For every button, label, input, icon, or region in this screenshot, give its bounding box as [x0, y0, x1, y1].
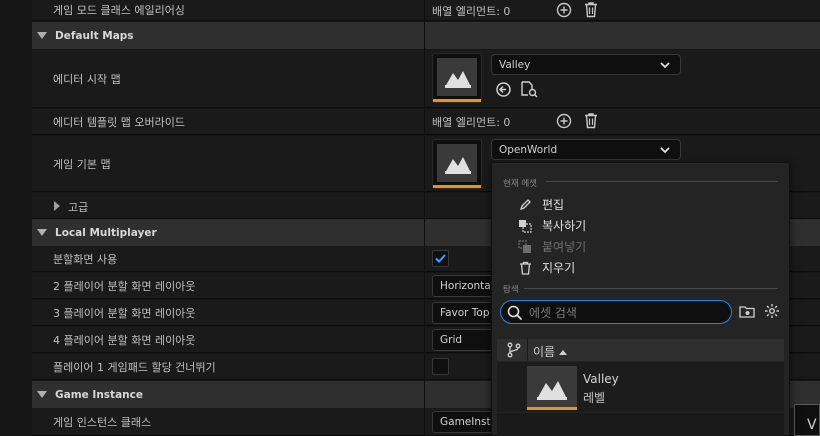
menu-label: 붙여넣기	[542, 240, 587, 254]
array-count: 배열 엘리먼트: 0	[432, 116, 511, 129]
row-label: 4 플레이어 분할 화면 레이아웃	[53, 333, 196, 347]
combo-value: Valley	[499, 58, 531, 71]
name-column-header[interactable]: 이름	[533, 343, 568, 360]
partial-panel-text: V	[807, 417, 817, 433]
trash-icon[interactable]	[583, 112, 599, 132]
section-title: Game Instance	[55, 388, 143, 401]
row-label: 3 플레이어 분할 화면 레이아웃	[53, 306, 196, 320]
search-icon	[507, 305, 523, 321]
startup-map-combo[interactable]: Valley	[491, 54, 681, 75]
row-label: 분할화면 사용	[53, 252, 118, 266]
collapse-arrow-icon	[37, 229, 47, 236]
asset-type: 레벨	[583, 391, 606, 405]
left-gutter	[0, 0, 32, 436]
chevron-down-icon	[660, 147, 670, 154]
asset-picker-popup: 현재 에셋 편집 복사하기 붙여넣기 지우기 탐색 에셋 검색 이름 Valle…	[491, 162, 790, 436]
asset-list-empty-row	[497, 413, 784, 436]
copy-menu-item[interactable]: 복사하기	[518, 217, 586, 234]
browse-header: 탐색	[503, 285, 519, 295]
row-label: 게임 모드 클래스 에일리어싱	[53, 4, 185, 17]
asset-list-item[interactable]: Valley 레벨	[497, 362, 784, 412]
row-game-mode-alias: 게임 모드 클래스 에일리어싱 배열 엘리먼트: 0	[32, 0, 820, 21]
add-element-icon[interactable]	[556, 2, 572, 21]
search-placeholder: 에셋 검색	[529, 305, 577, 320]
header-separator	[524, 288, 778, 289]
clear-menu-item[interactable]: 지우기	[518, 259, 575, 276]
level-icon	[445, 71, 471, 88]
add-element-icon[interactable]	[556, 113, 572, 132]
combo-value: Horizontal	[440, 280, 494, 292]
gear-icon[interactable]	[764, 303, 780, 322]
paste-menu-item[interactable]: 붙여넣기	[518, 238, 586, 255]
menu-label: 지우기	[542, 261, 576, 275]
asset-list-header: 이름	[497, 339, 784, 361]
collapse-arrow-icon	[37, 391, 47, 398]
asset-search-input[interactable]: 에셋 검색	[500, 300, 732, 324]
pencil-icon	[518, 198, 532, 212]
skip-gamepad-checkbox[interactable]	[432, 358, 449, 375]
row-label: 2 플레이어 분할 화면 레이아웃	[53, 279, 196, 293]
copy-icon	[518, 219, 532, 233]
menu-label: 복사하기	[542, 219, 587, 233]
folder-search-icon[interactable]	[739, 304, 756, 322]
chevron-down-icon	[660, 62, 670, 69]
row-label: 에디터 템플릿 맵 오버라이드	[53, 115, 185, 129]
trash-icon	[518, 261, 532, 275]
collapse-arrow-icon	[37, 32, 47, 39]
menu-label: 편집	[542, 198, 565, 212]
asset-thumbnail	[527, 366, 577, 410]
section-title: Local Multiplayer	[55, 226, 157, 239]
current-asset-header: 현재 에셋	[503, 179, 537, 189]
level-icon	[537, 381, 567, 400]
edit-menu-item[interactable]: 편집	[518, 196, 564, 213]
default-map-combo[interactable]: OpenWorld	[491, 139, 681, 160]
row-editor-startup-map: 에디터 시작 맵 Valley	[32, 50, 820, 108]
row-editor-template-override: 에디터 템플릿 맵 오버라이드 배열 엘리먼트: 0	[32, 109, 820, 135]
expand-arrow-icon	[54, 201, 60, 211]
row-label: 고급	[68, 201, 89, 214]
row-label: 플레이어 1 게임패드 할당 건너뛰기	[53, 360, 216, 374]
map-thumbnail[interactable]	[432, 53, 482, 103]
map-thumbnail[interactable]	[432, 139, 482, 189]
checkmark-icon	[435, 254, 446, 263]
combo-value: OpenWorld	[499, 143, 558, 156]
level-icon	[445, 157, 471, 174]
header-separator	[546, 181, 778, 182]
array-count: 배열 엘리먼트: 0	[432, 5, 511, 18]
use-selected-asset-icon[interactable]	[495, 81, 512, 101]
section-default-maps[interactable]: Default Maps	[32, 22, 820, 49]
column-divider[interactable]	[424, 0, 425, 436]
partial-panel: V	[794, 404, 820, 436]
sort-ascending-icon	[559, 349, 568, 355]
row-label: 게임 기본 맵	[53, 157, 111, 171]
row-label: 게임 인스턴스 클래스	[53, 415, 152, 429]
combo-value: Grid	[440, 334, 463, 346]
split-screen-checkbox[interactable]	[432, 250, 449, 267]
browse-asset-icon[interactable]	[520, 80, 538, 101]
combo-value: Favor Top	[440, 307, 490, 319]
section-title: Default Maps	[55, 29, 134, 42]
asset-name: Valley	[583, 372, 619, 386]
combo-value: GameInsta	[440, 416, 498, 428]
row-label: 에디터 시작 맵	[53, 72, 121, 86]
trash-icon[interactable]	[583, 1, 599, 21]
source-control-icon[interactable]	[506, 342, 522, 361]
column-label: 이름	[533, 345, 556, 359]
paste-icon	[518, 239, 532, 254]
